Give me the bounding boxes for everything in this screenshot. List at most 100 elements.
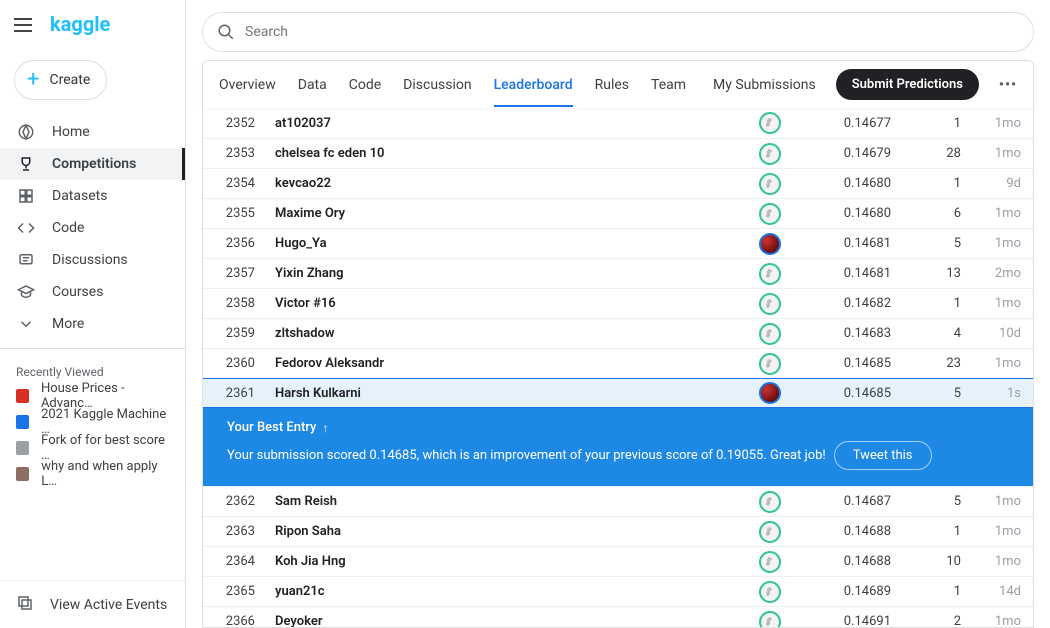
kaggle-logo[interactable]: kaggle	[50, 14, 120, 36]
sidebar-item-code[interactable]: Code	[0, 212, 177, 244]
leaderboard-table[interactable]: 2352at1020370.1467711mo 2353chelsea fc ed…	[202, 108, 1034, 628]
rank: 2354	[215, 176, 275, 191]
sidebar: kaggle + Create HomeCompetitions Datasets…	[0, 0, 186, 628]
members	[741, 143, 781, 165]
menu-icon[interactable]	[14, 18, 32, 32]
avatar[interactable]	[759, 263, 781, 285]
entries: 4	[891, 326, 961, 341]
team-name: Sam Reish	[275, 494, 741, 509]
team-name: Yixin Zhang	[275, 266, 741, 281]
more-icon[interactable]: •••	[999, 77, 1017, 93]
rank: 2361	[215, 386, 275, 401]
tab-overview[interactable]: Overview	[219, 63, 276, 107]
sidebar-item-label: Datasets	[52, 188, 107, 204]
create-button[interactable]: + Create	[14, 60, 107, 100]
avatar[interactable]	[759, 323, 781, 345]
sidebar-item-more[interactable]: More	[0, 308, 177, 340]
avatar[interactable]	[759, 611, 781, 628]
entries: 5	[891, 236, 961, 251]
my-submissions-link[interactable]: My Submissions	[713, 77, 816, 93]
avatar[interactable]	[759, 521, 781, 543]
last: 1s	[961, 386, 1021, 401]
team-name: Koh Jia Hng	[275, 554, 741, 569]
table-row[interactable]: 2354kevcao220.1468019d	[203, 168, 1033, 198]
recent-item[interactable]: Fork of for best score …	[0, 435, 185, 461]
avatar[interactable]	[759, 112, 781, 134]
team-name: Harsh Kulkarni	[275, 386, 741, 401]
entries: 13	[891, 266, 961, 281]
table-row[interactable]: 2366Deyoker0.1469121mo	[203, 606, 1033, 628]
table-row[interactable]: 2365yuan21c0.14689114d	[203, 576, 1033, 606]
score: 0.14679	[781, 146, 891, 161]
rank: 2353	[215, 146, 275, 161]
score: 0.14683	[781, 326, 891, 341]
tab-code[interactable]: Code	[349, 63, 381, 107]
team-name: chelsea fc eden 10	[275, 146, 741, 161]
sidebar-item-datasets[interactable]: Datasets	[0, 180, 177, 212]
score: 0.14688	[781, 554, 891, 569]
last: 1mo	[961, 236, 1021, 251]
team-name: Hugo_Ya	[275, 236, 741, 251]
view-active-events[interactable]: View Active Events	[0, 580, 185, 628]
avatar[interactable]	[759, 173, 781, 195]
table-row[interactable]: 2355Maxime Ory0.1468061mo	[203, 198, 1033, 228]
sidebar-item-home[interactable]: Home	[0, 116, 177, 148]
recent-item[interactable]: 2021 Kaggle Machine …	[0, 409, 185, 435]
table-row[interactable]: 2358Victor #160.1468211mo	[203, 288, 1033, 318]
entries: 6	[891, 206, 961, 221]
tab-leaderboard[interactable]: Leaderboard	[494, 63, 573, 107]
search-input[interactable]	[245, 24, 1019, 40]
submit-predictions-button[interactable]: Submit Predictions	[836, 69, 979, 100]
last: 14d	[961, 584, 1021, 599]
tab-data[interactable]: Data	[298, 63, 327, 107]
table-row[interactable]: 2353chelsea fc eden 100.14679281mo	[203, 138, 1033, 168]
members	[741, 581, 781, 603]
sidebar-item-courses[interactable]: Courses	[0, 276, 177, 308]
table-row[interactable]: 2361Harsh Kulkarni0.1468551s	[203, 378, 1033, 408]
avatar[interactable]	[759, 203, 781, 225]
recent-item[interactable]: House Prices - Advanc…	[0, 383, 185, 409]
last: 1mo	[961, 614, 1021, 628]
recent-item[interactable]: why and when apply L…	[0, 461, 185, 487]
table-row[interactable]: 2364Koh Jia Hng0.14688101mo	[203, 546, 1033, 576]
avatar[interactable]	[759, 233, 781, 255]
entries: 5	[891, 494, 961, 509]
table-row[interactable]: 2360Fedorov Aleksandr0.14685231mo	[203, 348, 1033, 378]
entries: 10	[891, 554, 961, 569]
members	[741, 263, 781, 285]
sidebar-item-discussions[interactable]: Discussions	[0, 244, 177, 276]
recent-header: Recently Viewed	[0, 357, 185, 383]
avatar[interactable]	[759, 382, 781, 404]
table-row[interactable]: 2363Ripon Saha0.1468811mo	[203, 516, 1033, 546]
tab-discussion[interactable]: Discussion	[403, 63, 471, 107]
entries: 1	[891, 524, 961, 539]
table-row[interactable]: 2359zltshadow0.14683410d	[203, 318, 1033, 348]
entries: 1	[891, 116, 961, 131]
rank: 2355	[215, 206, 275, 221]
table-row[interactable]: 2356Hugo_Ya0.1468151mo	[203, 228, 1033, 258]
sidebar-item-competitions[interactable]: Competitions	[0, 148, 185, 180]
sidebar-item-label: Courses	[52, 284, 103, 300]
avatar[interactable]	[759, 293, 781, 315]
recent-icon	[16, 415, 29, 429]
tab-team[interactable]: Team	[651, 63, 686, 107]
table-row[interactable]: 2352at1020370.1467711mo	[203, 108, 1033, 138]
team-name: Ripon Saha	[275, 524, 741, 539]
avatar[interactable]	[759, 353, 781, 375]
score: 0.14681	[781, 236, 891, 251]
tab-rules[interactable]: Rules	[595, 63, 629, 107]
rank: 2366	[215, 614, 275, 628]
avatar[interactable]	[759, 143, 781, 165]
tweet-button[interactable]: Tweet this	[834, 441, 932, 470]
table-row[interactable]: 2357Yixin Zhang0.14681132mo	[203, 258, 1033, 288]
table-row[interactable]: 2362Sam Reish0.1468751mo	[203, 486, 1033, 516]
search-bar[interactable]	[202, 12, 1034, 52]
avatar[interactable]	[759, 551, 781, 573]
main: Overview Data Code Discussion Leaderboard Rul…	[186, 0, 1050, 628]
search-icon	[217, 23, 235, 41]
datasets-icon	[16, 186, 36, 206]
avatar[interactable]	[759, 491, 781, 513]
rank: 2365	[215, 584, 275, 599]
recent-icon	[16, 389, 29, 403]
avatar[interactable]	[759, 581, 781, 603]
